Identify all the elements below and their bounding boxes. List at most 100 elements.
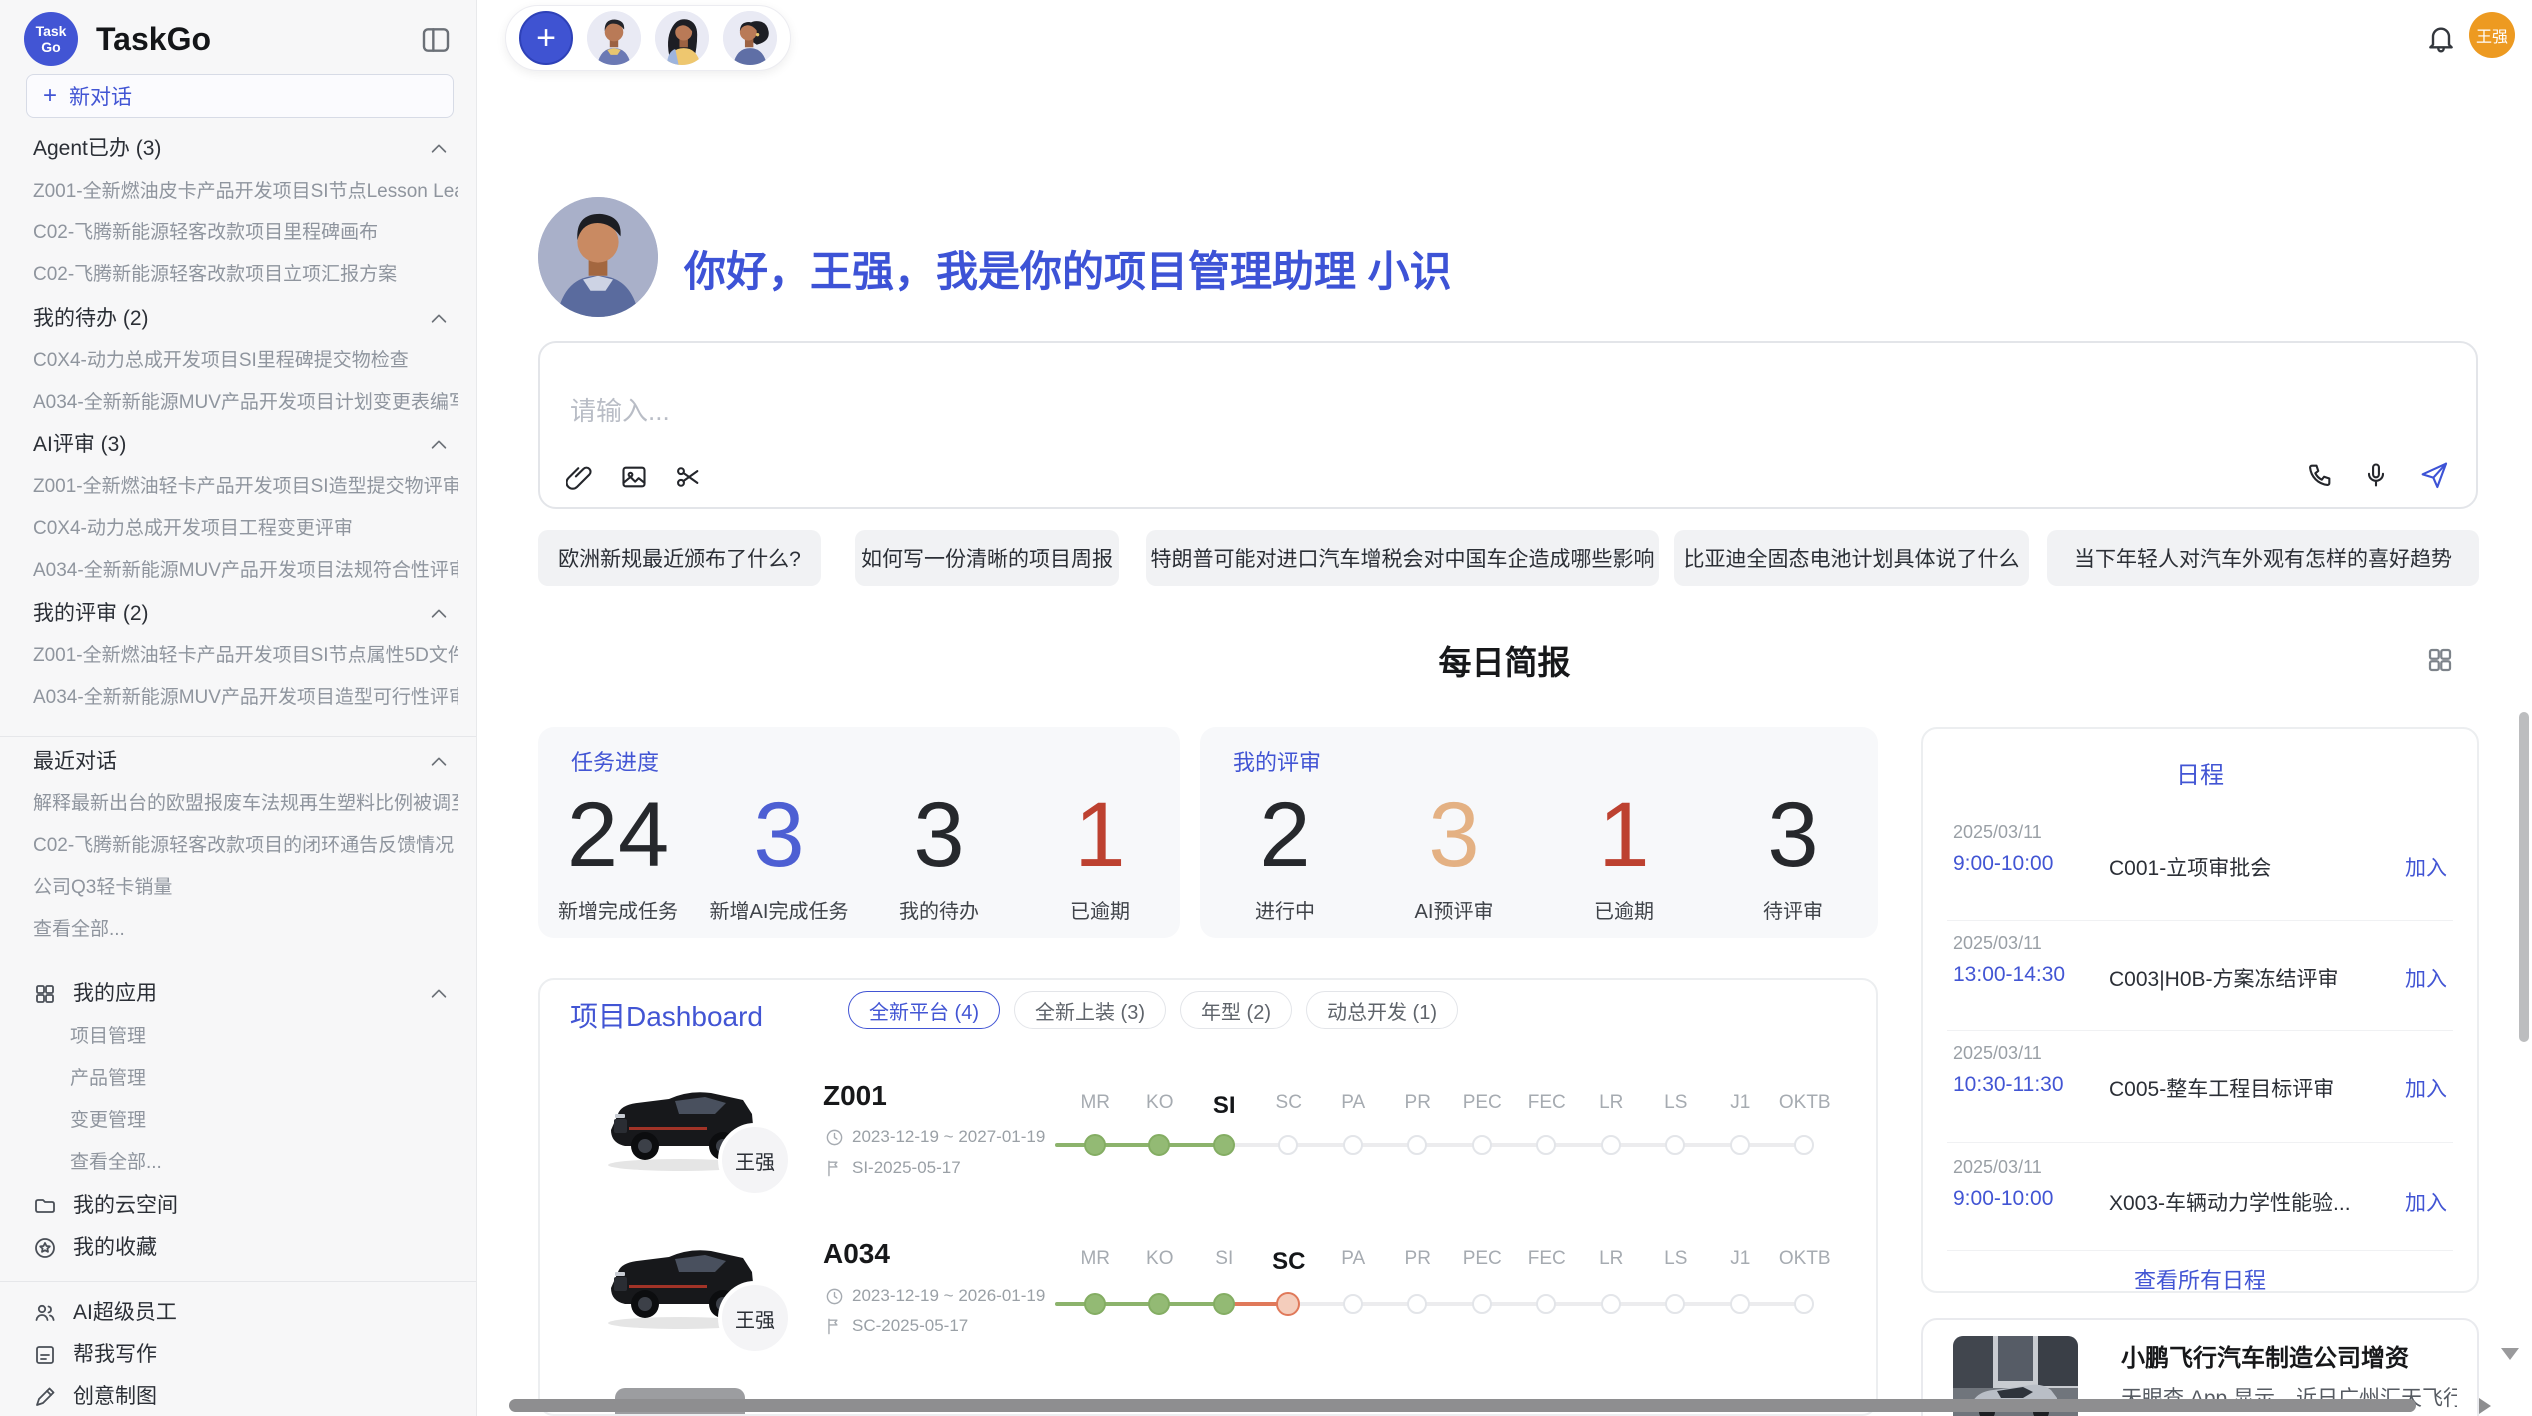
sidebar-item-ai-staff[interactable]: AI超级员工 [33,1292,458,1334]
milestone-dot-overdue[interactable] [1276,1292,1300,1316]
news-title[interactable]: 小鹏飞行汽车制造公司增资 [2121,1338,2409,1373]
milestone-dot-done[interactable] [1213,1293,1235,1315]
current-milestone-label: SC [1257,1248,1322,1276]
view-all-schedule-link[interactable]: 查看所有日程 [1923,1263,2477,1295]
tab-all-new-platform[interactable]: 全新平台 (4) [848,991,1000,1029]
milestone-dot[interactable] [1730,1135,1750,1155]
milestone-dot[interactable] [1407,1294,1427,1314]
folder-icon [33,1194,57,1218]
sidebar-item-product-mgmt[interactable]: 产品管理 [70,1058,458,1100]
milestone-dot[interactable] [1536,1135,1556,1155]
vertical-scrollbar[interactable] [2519,712,2529,1042]
join-meeting-link[interactable]: 加入 [2405,963,2447,993]
send-icon[interactable] [2418,459,2450,491]
milestone-dot[interactable] [1536,1294,1556,1314]
sidebar-item[interactable]: C0X4-动力总成开发项目工程变更评审 [33,508,458,550]
sidebar-item[interactable]: A034-全新新能源MUV产品开发项目造型可行性评审 [33,677,458,719]
sidebar-item-view-all[interactable]: 查看全部... [33,909,458,951]
sidebar-item[interactable]: Z001-全新燃油轻卡产品开发项目SI造型提交物评审 [33,466,458,508]
sidebar-item[interactable]: A034-全新新能源MUV产品开发项目法规符合性评审 [33,550,458,592]
scroll-right-arrow[interactable] [2479,1398,2491,1414]
notification-bell-icon[interactable] [2425,22,2457,54]
user-avatar[interactable]: 王强 [2469,12,2515,58]
milestone-dot[interactable] [1665,1135,1685,1155]
milestone-dot[interactable] [1601,1135,1621,1155]
add-session-button[interactable]: + [519,11,573,65]
join-meeting-link[interactable]: 加入 [2405,852,2447,882]
schedule-date: 2025/03/11 [1953,822,2042,843]
chat-input[interactable] [568,395,1768,428]
sidebar-item-view-all-apps[interactable]: 查看全部... [70,1142,458,1184]
sidebar-item[interactable]: C02-飞腾新能源轻客改款项目的闭环通告反馈情况 [33,825,458,867]
suggestion-chip[interactable]: 欧洲新规最近颁布了什么? [538,530,821,586]
sidebar-item-favorites[interactable]: 我的收藏 [33,1227,458,1269]
avatar[interactable] [723,11,777,65]
milestone-dot[interactable] [1665,1294,1685,1314]
tab-all-new-body[interactable]: 全新上装 (3) [1014,991,1166,1029]
suggestion-chip[interactable]: 如何写一份清晰的项目周报 [855,530,1119,586]
milestone-dot[interactable] [1730,1294,1750,1314]
milestone-dot-done[interactable] [1084,1293,1106,1315]
sidebar-item[interactable]: Z001-全新燃油轻卡产品开发项目SI节点属性5D文件评审 [33,635,458,677]
scissors-icon[interactable] [674,463,702,491]
milestone-dot[interactable] [1794,1135,1814,1155]
chevron-up-icon[interactable] [428,603,450,625]
sidebar-item-project-mgmt[interactable]: 项目管理 [70,1016,458,1058]
milestone-dot-done[interactable] [1148,1293,1170,1315]
sidebar-item-change-mgmt[interactable]: 变更管理 [70,1100,458,1142]
milestone-dot-done[interactable] [1084,1134,1106,1156]
sidebar-item-write-helper[interactable]: 帮我写作 [33,1334,458,1376]
milestone-dot[interactable] [1472,1135,1492,1155]
chevron-up-icon[interactable] [428,983,450,1005]
sidebar-item-cloud-space[interactable]: 我的云空间 [33,1185,458,1227]
chevron-up-icon[interactable] [428,138,450,160]
scroll-down-arrow[interactable] [2501,1348,2519,1360]
join-meeting-link[interactable]: 加入 [2405,1073,2447,1103]
image-icon[interactable] [620,463,648,491]
layout-grid-icon[interactable] [2425,645,2455,675]
sidebar-item[interactable]: C02-飞腾新能源轻客改款项目立项汇报方案 [33,254,458,296]
sidebar-item-creative-draw[interactable]: 创意制图 [33,1376,458,1416]
milestone-dot[interactable] [1601,1294,1621,1314]
milestone-dot[interactable] [1407,1135,1427,1155]
sidebar-item[interactable]: A034-全新新能源MUV产品开发项目计划变更表编写 [33,382,458,424]
chevron-up-icon[interactable] [428,308,450,330]
sidebar-section-header-my-review[interactable]: 我的评审 (2) [33,593,458,635]
phone-icon[interactable] [2306,461,2334,489]
sidebar-item[interactable]: C0X4-动力总成开发项目SI里程碑提交物检查 [33,340,458,382]
microphone-icon[interactable] [2362,461,2390,489]
tab-year-model[interactable]: 年型 (2) [1180,991,1292,1029]
milestone-dot-done[interactable] [1213,1134,1235,1156]
pen-icon [33,1385,57,1409]
sidebar-item[interactable]: 解释最新出台的欧盟报废车法规再生塑料比例被调至15%... [33,783,458,825]
chevron-up-icon[interactable] [428,434,450,456]
sidebar-section-header-agent-done[interactable]: Agent已办 (3) [33,128,458,170]
avatar[interactable] [655,11,709,65]
milestone-dot[interactable] [1343,1135,1363,1155]
sidebar-item[interactable]: C02-飞腾新能源轻客改款项目里程碑画布 [33,212,458,254]
metric-value: 1 [1539,789,1709,881]
milestone-dot[interactable] [1343,1294,1363,1314]
suggestion-chip[interactable]: 比亚迪全固态电池计划具体说了什么 [1674,530,2029,586]
sidebar-section-header-recent[interactable]: 最近对话 [33,741,458,783]
sidebar-collapse-icon[interactable] [420,24,452,56]
horizontal-scrollbar[interactable] [509,1399,2416,1412]
milestone-dot[interactable] [1278,1135,1298,1155]
sidebar-item[interactable]: Z001-全新燃油皮卡产品开发项目SI节点Lesson Learn报告 [33,171,458,213]
tab-powertrain[interactable]: 动总开发 (1) [1306,991,1458,1029]
milestone-dot[interactable] [1794,1294,1814,1314]
avatar[interactable] [587,11,641,65]
milestone-dot-done[interactable] [1148,1134,1170,1156]
suggestion-chip[interactable]: 当下年轻人对汽车外观有怎样的喜好趋势 [2047,530,2479,586]
schedule-date: 2025/03/11 [1953,933,2042,954]
attachment-icon[interactable] [566,463,594,491]
sidebar-section-header-ai-review[interactable]: AI评审 (3) [33,424,458,466]
chevron-up-icon[interactable] [428,751,450,773]
suggestion-chip[interactable]: 特朗普可能对进口汽车增税会对中国车企造成哪些影响 [1146,530,1659,586]
new-chat-button[interactable]: + 新对话 [26,74,454,118]
sidebar-item-my-apps[interactable]: 我的应用 [33,973,458,1015]
milestone-dot[interactable] [1472,1294,1492,1314]
sidebar-section-header-my-todo[interactable]: 我的待办 (2) [33,298,458,340]
join-meeting-link[interactable]: 加入 [2405,1187,2447,1217]
sidebar-item[interactable]: 公司Q3轻卡销量 [33,867,458,909]
